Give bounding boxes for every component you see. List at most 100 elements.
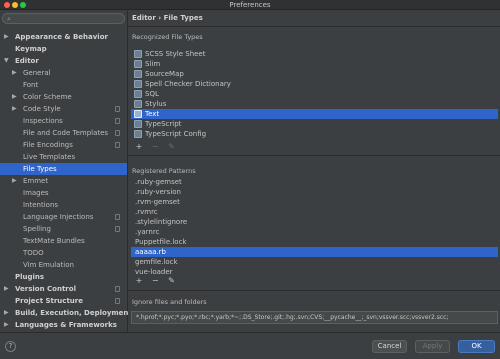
file-type-row[interactable]: SourceMap bbox=[131, 69, 498, 79]
file-type-icon bbox=[134, 60, 142, 68]
pattern-row[interactable]: aaaaa.rb bbox=[131, 247, 498, 257]
sidebar-item-vim-emulation[interactable]: Vim Emulation bbox=[0, 259, 127, 271]
pattern-row[interactable]: gemfile.lock bbox=[131, 257, 498, 267]
chevron-right-icon[interactable]: ▶ bbox=[12, 175, 17, 187]
file-type-row[interactable]: Slim bbox=[131, 59, 498, 69]
file-type-label: Text bbox=[145, 110, 160, 118]
file-type-row[interactable]: SCSS Style Sheet bbox=[131, 49, 498, 59]
sidebar-item-keymap[interactable]: Keymap bbox=[0, 43, 127, 55]
edit-file-type-button[interactable]: ✎ bbox=[166, 142, 176, 152]
breadcrumb-parent[interactable]: Editor bbox=[132, 14, 156, 22]
sidebar-item-plugins[interactable]: Plugins bbox=[0, 271, 127, 283]
recognized-file-types-list[interactable]: SCSS Style Sheet Slim SourceMap Spell Check… bbox=[131, 49, 498, 141]
sidebar-item-language-injections[interactable]: Language Injections bbox=[0, 211, 127, 223]
chevron-right-icon[interactable]: ▶ bbox=[12, 103, 17, 115]
sidebar-item-label: General bbox=[23, 69, 51, 77]
sidebar-item-label: Appearance & Behavior bbox=[15, 33, 108, 41]
sidebar-item-label: Live Templates bbox=[23, 153, 76, 161]
recognized-toolbar: + − ✎ bbox=[134, 142, 180, 152]
file-type-label: Slim bbox=[145, 60, 161, 68]
project-scope-icon bbox=[115, 130, 120, 136]
sidebar-item-file-types[interactable]: File Types bbox=[0, 163, 127, 175]
pattern-row[interactable]: vue-loader bbox=[131, 267, 498, 276]
sidebar-item-intentions[interactable]: Intentions bbox=[0, 199, 127, 211]
add-pattern-button[interactable]: + bbox=[134, 276, 144, 286]
breadcrumb: Editor › File Types bbox=[132, 14, 203, 22]
sidebar-item-build-execution-deployment[interactable]: ▶ Build, Execution, Deployment bbox=[0, 307, 132, 319]
remove-file-type-button[interactable]: − bbox=[150, 142, 160, 152]
breadcrumb-current: File Types bbox=[163, 14, 203, 22]
pattern-row[interactable]: .rvm-gemset bbox=[131, 197, 498, 207]
chevron-right-icon[interactable]: ▶ bbox=[4, 283, 9, 295]
sidebar-item-live-templates[interactable]: Live Templates bbox=[0, 151, 127, 163]
file-type-icon bbox=[134, 90, 142, 98]
sidebar-item-project-structure[interactable]: Project Structure bbox=[0, 295, 127, 307]
chevron-down-icon[interactable]: ▼ bbox=[4, 55, 9, 67]
project-scope-icon bbox=[115, 286, 120, 292]
file-type-icon bbox=[134, 50, 142, 58]
sidebar-item-images[interactable]: Images bbox=[0, 187, 127, 199]
edit-pattern-button[interactable]: ✎ bbox=[166, 276, 176, 286]
pattern-row[interactable]: .ruby-gemset bbox=[131, 177, 498, 187]
sidebar-item-color-scheme[interactable]: ▶ Color Scheme bbox=[0, 91, 127, 103]
sidebar-item-label: Keymap bbox=[15, 45, 47, 53]
ignore-files-input[interactable]: *.hprof;*.pyc;*.pyo;*.rbc;*.yarb;*~;.DS_… bbox=[131, 311, 498, 324]
file-type-row[interactable]: TypeScript Config bbox=[131, 129, 498, 139]
pattern-row[interactable]: .yarnrc bbox=[131, 227, 498, 237]
file-type-icon bbox=[134, 70, 142, 78]
sidebar-item-general[interactable]: ▶ General bbox=[0, 67, 127, 79]
chevron-right-icon[interactable]: ▶ bbox=[4, 31, 9, 43]
file-type-row[interactable]: Text bbox=[131, 109, 498, 119]
registered-patterns-list[interactable]: .ruby-gemset .ruby-version .rvm-gemset .rvm… bbox=[131, 177, 498, 276]
window-title: Preferences bbox=[229, 1, 271, 9]
add-file-type-button[interactable]: + bbox=[134, 142, 144, 152]
section-divider bbox=[128, 290, 500, 291]
project-scope-icon bbox=[115, 106, 120, 112]
remove-pattern-button[interactable]: − bbox=[150, 276, 160, 286]
sidebar-item-file-and-code-templates[interactable]: File and Code Templates bbox=[0, 127, 127, 139]
project-scope-icon bbox=[115, 214, 120, 220]
file-type-row[interactable]: SQL bbox=[131, 89, 498, 99]
sidebar-item-spelling[interactable]: Spelling bbox=[0, 223, 127, 235]
search-icon: ⌕ bbox=[7, 15, 11, 23]
sidebar-item-version-control[interactable]: ▶ Version Control bbox=[0, 283, 127, 295]
sidebar-item-languages-frameworks[interactable]: ▶ Languages & Frameworks bbox=[0, 319, 127, 331]
pattern-row[interactable]: Puppetfile.lock bbox=[131, 237, 498, 247]
sidebar-item-label: Languages & Frameworks bbox=[15, 321, 117, 329]
file-type-row[interactable]: Spell Checker Dictionary bbox=[131, 79, 498, 89]
sidebar-item-emmet[interactable]: ▶ Emmet bbox=[0, 175, 127, 187]
ok-button[interactable]: OK bbox=[458, 340, 495, 353]
file-type-row[interactable]: TypeScript bbox=[131, 119, 498, 129]
sidebar-item-label: Plugins bbox=[15, 273, 45, 281]
project-scope-icon bbox=[115, 142, 120, 148]
ignore-files-title: Ignore files and folders bbox=[132, 298, 207, 306]
settings-search-input[interactable]: ⌕ bbox=[2, 13, 125, 24]
sidebar-item-label: Project Structure bbox=[15, 297, 83, 305]
chevron-right-icon[interactable]: ▶ bbox=[12, 91, 17, 103]
pattern-row[interactable]: .ruby-version bbox=[131, 187, 498, 197]
sidebar-item-inspections[interactable]: Inspections bbox=[0, 115, 127, 127]
pattern-row[interactable]: .rvmrc bbox=[131, 207, 498, 217]
cancel-button[interactable]: Cancel bbox=[372, 340, 407, 353]
sidebar-item-todo[interactable]: TODO bbox=[0, 247, 127, 259]
sidebar-item-appearance-behavior[interactable]: ▶ Appearance & Behavior bbox=[0, 31, 127, 43]
file-type-label: Stylus bbox=[145, 100, 167, 108]
patterns-toolbar: + − ✎ bbox=[134, 276, 180, 286]
sidebar-item-code-style[interactable]: ▶ Code Style bbox=[0, 103, 127, 115]
sidebar-item-editor[interactable]: ▼ Editor bbox=[0, 55, 127, 67]
chevron-right-icon[interactable]: ▶ bbox=[4, 307, 9, 319]
help-button[interactable]: ? bbox=[5, 341, 16, 352]
sidebar-item-file-encodings[interactable]: File Encodings bbox=[0, 139, 127, 151]
chevron-right-icon[interactable]: ▶ bbox=[12, 67, 17, 79]
sidebar-item-label: Color Scheme bbox=[23, 93, 72, 101]
registered-patterns-title: Registered Patterns bbox=[132, 167, 196, 175]
pattern-row[interactable]: .stylelintignore bbox=[131, 217, 498, 227]
sidebar-item-textmate-bundles[interactable]: TextMate Bundles bbox=[0, 235, 127, 247]
chevron-right-icon[interactable]: ▶ bbox=[4, 319, 9, 331]
sidebar-item-label: Intentions bbox=[23, 201, 59, 209]
file-type-row[interactable]: Stylus bbox=[131, 99, 498, 109]
title-bar: Preferences bbox=[0, 0, 500, 10]
apply-button[interactable]: Apply bbox=[415, 340, 450, 353]
sidebar-item-font[interactable]: Font bbox=[0, 79, 127, 91]
project-scope-icon bbox=[115, 226, 120, 232]
